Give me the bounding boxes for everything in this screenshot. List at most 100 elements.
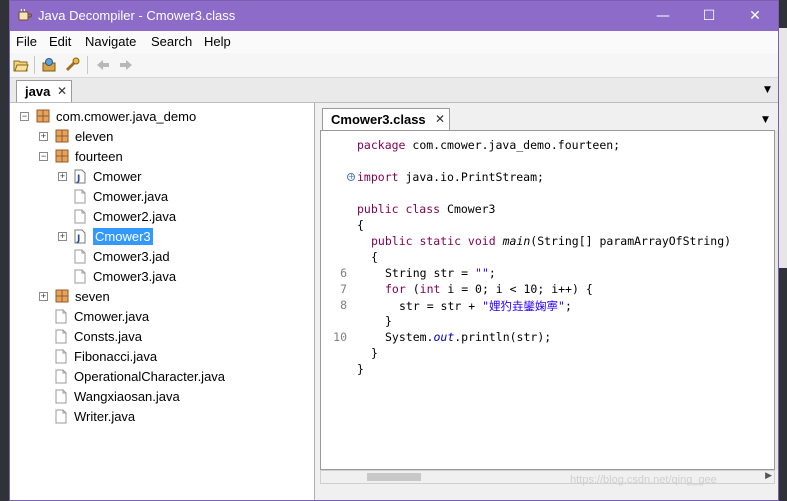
file-icon bbox=[74, 249, 86, 263]
menu-navigate[interactable]: Navigate bbox=[85, 34, 136, 49]
scrollbar-thumb[interactable] bbox=[367, 473, 421, 481]
tree-item-label: Cmower3.jad bbox=[93, 248, 170, 264]
file-icon bbox=[55, 409, 67, 423]
file-icon bbox=[55, 349, 67, 363]
menu-search[interactable]: Search bbox=[151, 34, 192, 49]
menu-bar: File Edit Navigate Search Help bbox=[10, 31, 778, 53]
desktop-edge-right bbox=[779, 0, 787, 501]
source-code-view[interactable]: + package com.cmower.java_demo.fourteen;… bbox=[320, 130, 775, 470]
code-keyword: package bbox=[357, 138, 406, 152]
tree-item-label: eleven bbox=[75, 128, 114, 144]
close-button[interactable]: ✕ bbox=[732, 1, 778, 31]
code-text: ; bbox=[488, 266, 496, 280]
coffee-cup-icon bbox=[18, 9, 32, 21]
tree-item-label: Cmower bbox=[93, 168, 142, 184]
tree-file-cmower3-java[interactable]: Cmower3.java bbox=[74, 266, 176, 286]
tree-item-label: Cmower.java bbox=[74, 308, 150, 324]
file-icon bbox=[74, 269, 86, 283]
code-line-close-brace: } bbox=[385, 314, 392, 328]
code-text: ; bbox=[564, 299, 572, 313]
menu-edit[interactable]: Edit bbox=[49, 34, 71, 49]
tab-cmower3-class-label: Cmower3.class bbox=[331, 112, 426, 127]
open-folder-icon[interactable] bbox=[13, 57, 29, 73]
tree-file-cmower2-java[interactable]: Cmower2.java bbox=[74, 206, 176, 226]
code-line-close-brace: } bbox=[371, 346, 378, 360]
collapse-icon[interactable]: − bbox=[20, 111, 29, 121]
close-tab-icon[interactable]: ✕ bbox=[57, 84, 67, 98]
code-line-str-append: str = str + "娌犳垚鑾婅寕"; bbox=[399, 298, 572, 314]
tree-package-fourteen[interactable]: − fourteen bbox=[39, 146, 123, 166]
tree-file-consts-java[interactable]: Consts.java bbox=[55, 326, 142, 346]
tree-item-label: Wangxiaosan.java bbox=[74, 388, 180, 404]
tree-item-label: Writer.java bbox=[74, 408, 136, 424]
tree-package-eleven[interactable]: + eleven bbox=[39, 126, 113, 146]
code-text: System. bbox=[385, 330, 434, 344]
tree-root[interactable]: − com.cmower.java_demo bbox=[20, 106, 196, 126]
forward-arrow-icon[interactable] bbox=[118, 57, 134, 73]
tree-class-cmower[interactable]: + J Cmower bbox=[58, 166, 141, 186]
expand-icon[interactable]: + bbox=[58, 231, 67, 241]
tree-file-operationalcharacter-java[interactable]: OperationalCharacter.java bbox=[55, 366, 225, 386]
code-line-import: import java.io.PrintStream; bbox=[357, 170, 544, 184]
tree-class-cmower3[interactable]: + J Cmower3 bbox=[58, 226, 153, 246]
maximize-button[interactable]: ☐ bbox=[686, 1, 732, 31]
desktop-edge-left bbox=[0, 0, 9, 501]
code-text: { bbox=[371, 250, 378, 264]
vertical-scrollbar[interactable] bbox=[775, 130, 778, 470]
code-keyword: for bbox=[385, 282, 406, 296]
open-type-icon[interactable] bbox=[41, 57, 57, 73]
tree-file-cmower-java-root[interactable]: Cmower.java bbox=[55, 306, 149, 326]
tree-file-cmower3-jad[interactable]: Cmower3.jad bbox=[74, 246, 170, 266]
code-string: "" bbox=[475, 266, 489, 280]
code-text: { bbox=[357, 218, 364, 232]
tree-item-label: Cmower3.java bbox=[93, 268, 177, 284]
expand-icon[interactable]: + bbox=[58, 171, 67, 181]
code-line-package: package com.cmower.java_demo.fourteen; bbox=[357, 138, 620, 152]
tree-file-fibonacci-java[interactable]: Fibonacci.java bbox=[55, 346, 157, 366]
back-arrow-icon[interactable] bbox=[95, 57, 111, 73]
tree-package-seven[interactable]: + seven bbox=[39, 286, 110, 306]
code-text: } bbox=[371, 346, 378, 360]
tree-item-label: fourteen bbox=[75, 148, 123, 164]
tree-item-label: Consts.java bbox=[74, 328, 142, 344]
tab-java-label: java bbox=[25, 84, 51, 99]
expand-icon[interactable]: + bbox=[39, 291, 48, 301]
tree-item-label: Fibonacci.java bbox=[74, 348, 158, 364]
tree-item-label: Cmower.java bbox=[93, 188, 169, 204]
code-line-str-decl: String str = ""; bbox=[385, 266, 496, 280]
expand-icon[interactable]: + bbox=[39, 131, 48, 141]
menu-help[interactable]: Help bbox=[204, 34, 231, 49]
code-line-main-decl: public static void main(String[] paramAr… bbox=[371, 234, 731, 248]
tree-file-writer-java[interactable]: Writer.java bbox=[55, 406, 135, 426]
tree-item-label: Cmower2.java bbox=[93, 208, 177, 224]
code-text: ( bbox=[405, 282, 420, 296]
title-bar: Java Decompiler - Cmower3.class — ☐ ✕ bbox=[10, 1, 778, 31]
tab-cmower3-class[interactable]: Cmower3.class ✕ bbox=[322, 108, 450, 130]
minimize-button[interactable]: — bbox=[640, 1, 686, 31]
search-icon[interactable] bbox=[64, 57, 80, 73]
collapse-icon[interactable]: − bbox=[39, 151, 48, 161]
chevron-down-icon[interactable]: ▼ bbox=[762, 115, 769, 125]
menu-file[interactable]: File bbox=[16, 34, 37, 49]
line-number: 10 bbox=[333, 330, 347, 344]
code-string: "娌犳垚鑾婅寕" bbox=[482, 299, 565, 313]
code-line-close-brace: } bbox=[357, 362, 364, 376]
scroll-right-icon[interactable]: ▶ bbox=[765, 471, 772, 481]
tree-file-wangxiaosan-java[interactable]: Wangxiaosan.java bbox=[55, 386, 180, 406]
java-class-icon: J bbox=[74, 229, 86, 244]
code-line-for-loop: for (int i = 0; i < 10; i++) { bbox=[385, 282, 593, 296]
file-icon bbox=[74, 209, 86, 223]
file-icon bbox=[55, 389, 67, 403]
window-title: Java Decompiler - Cmower3.class bbox=[38, 8, 236, 23]
line-number: 7 bbox=[340, 282, 347, 296]
code-text: String str = bbox=[385, 266, 476, 280]
archive-tab-bar: java ✕ ▼ bbox=[10, 78, 778, 103]
code-text: (String[] paramArrayOfString) bbox=[530, 234, 732, 248]
code-method-name: main bbox=[502, 234, 531, 248]
close-tab-icon[interactable]: ✕ bbox=[435, 112, 445, 126]
svg-text:J: J bbox=[76, 174, 80, 184]
chevron-down-icon[interactable]: ▼ bbox=[764, 85, 771, 95]
tree-file-cmower-java[interactable]: Cmower.java bbox=[74, 186, 168, 206]
tab-java[interactable]: java ✕ bbox=[16, 80, 72, 102]
expand-imports-icon[interactable]: + bbox=[347, 173, 355, 181]
